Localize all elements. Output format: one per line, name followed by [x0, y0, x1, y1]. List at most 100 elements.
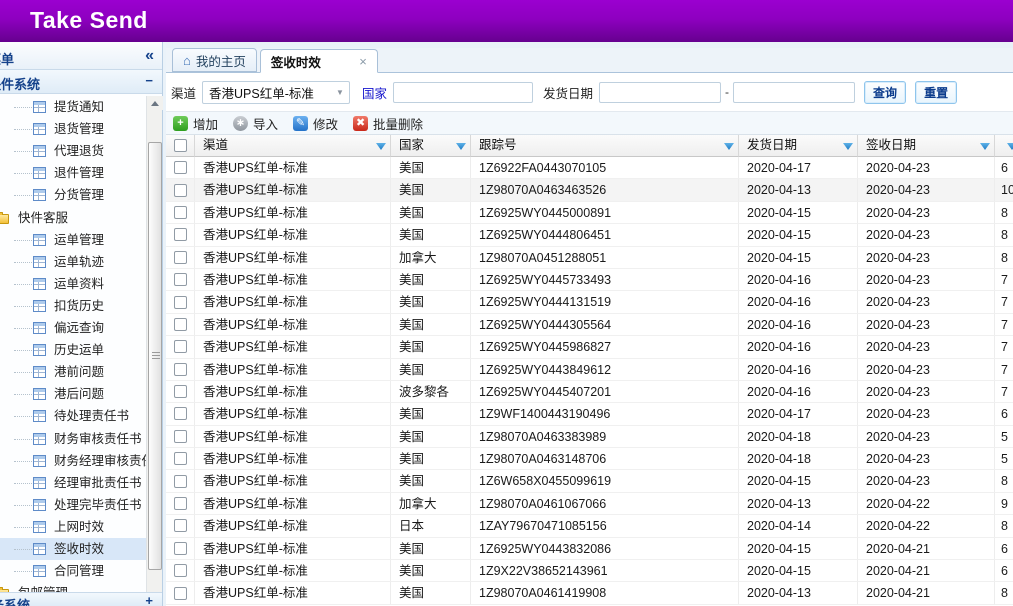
- table-row[interactable]: 香港UPS红单-标准加拿大1Z98070A04512880512020-04-1…: [166, 247, 1013, 269]
- row-checkbox[interactable]: [174, 251, 187, 264]
- accordion-section-finance-system[interactable]: 财务系统 +: [0, 592, 162, 606]
- table-row[interactable]: 香港UPS红单-标准美国1Z9WF14004431904962020-04-17…: [166, 403, 1013, 425]
- filter-arrow-icon[interactable]: [376, 143, 386, 150]
- tab-my-homepage[interactable]: ⌂ 我的主页: [172, 48, 257, 72]
- collapse-sidebar-icon[interactable]: «: [145, 47, 154, 65]
- row-checkbox[interactable]: [174, 519, 187, 532]
- tree-category[interactable]: 包邮管理: [0, 582, 146, 592]
- reset-button[interactable]: 重置: [915, 81, 957, 104]
- row-checkbox[interactable]: [174, 228, 187, 241]
- tree-item[interactable]: 处理完毕责任书: [0, 494, 146, 516]
- filter-arrow-icon[interactable]: [843, 143, 853, 150]
- row-checkbox[interactable]: [174, 296, 187, 309]
- row-checkbox[interactable]: [174, 363, 187, 376]
- row-checkbox[interactable]: [174, 475, 187, 488]
- tree-item[interactable]: 提货通知: [0, 96, 146, 118]
- row-checkbox[interactable]: [174, 161, 187, 174]
- select-all-checkbox[interactable]: [174, 139, 187, 152]
- tree-item[interactable]: 签收时效: [0, 538, 146, 560]
- tree-item[interactable]: 经理审批责任书: [0, 472, 146, 494]
- tree-item[interactable]: 港后问题: [0, 383, 146, 405]
- edit-button[interactable]: ✎ 修改: [293, 114, 338, 133]
- row-checkbox[interactable]: [174, 497, 187, 510]
- table-row[interactable]: 香港UPS红单-标准美国1Z98070A04634635262020-04-13…: [166, 179, 1013, 201]
- table-row[interactable]: 香港UPS红单-标准美国1Z6925WY04438320862020-04-15…: [166, 538, 1013, 560]
- row-checkbox[interactable]: [174, 452, 187, 465]
- column-header[interactable]: 发货日期: [739, 135, 858, 157]
- row-checkbox[interactable]: [174, 318, 187, 331]
- filter-arrow-icon[interactable]: [724, 143, 734, 150]
- chevron-down-icon[interactable]: ▼: [331, 88, 349, 97]
- tree-item[interactable]: 待处理责任书: [0, 405, 146, 427]
- tree-item[interactable]: 运单轨迹: [0, 251, 146, 273]
- table-row[interactable]: 香港UPS红单-标准美国1Z6925WY04443055642020-04-16…: [166, 314, 1013, 336]
- table-row[interactable]: 香港UPS红单-标准美国1Z9X22V386521439612020-04-15…: [166, 560, 1013, 582]
- table-row[interactable]: 香港UPS红单-标准美国1Z6925WY04459868272020-04-16…: [166, 336, 1013, 358]
- filter-arrow-icon[interactable]: [1007, 143, 1013, 150]
- table-row[interactable]: 香港UPS红单-标准美国1Z6922FA04430701052020-04-17…: [166, 157, 1013, 179]
- expand-section-icon[interactable]: +: [145, 593, 153, 606]
- row-checkbox[interactable]: [174, 407, 187, 420]
- table-row[interactable]: 香港UPS红单-标准美国1Z98070A04614199082020-04-13…: [166, 582, 1013, 604]
- country-input[interactable]: [393, 82, 533, 103]
- tree-item[interactable]: 财务经理审核责任书: [0, 450, 146, 472]
- accordion-section-express-system[interactable]: 快件系统 −: [0, 70, 162, 94]
- row-checkbox[interactable]: [174, 340, 187, 353]
- table-row[interactable]: 香港UPS红单-标准美国1Z98070A04631487062020-04-18…: [166, 448, 1013, 470]
- table-row[interactable]: 香港UPS红单-标准美国1Z6925WY04448064512020-04-15…: [166, 224, 1013, 246]
- table-row[interactable]: 香港UPS红单-标准美国1Z6925WY04438496122020-04-16…: [166, 359, 1013, 381]
- tree-item[interactable]: 历史运单: [0, 339, 146, 361]
- tree-scrollbar[interactable]: [146, 96, 162, 606]
- row-checkbox[interactable]: [174, 587, 187, 600]
- column-header[interactable]: 跟踪号: [471, 135, 739, 157]
- row-checkbox[interactable]: [174, 273, 187, 286]
- ship-date-from-input[interactable]: [599, 82, 721, 103]
- collapse-section-icon[interactable]: −: [145, 73, 153, 88]
- tree-connector: [14, 549, 32, 550]
- column-header[interactable]: 签收日期: [858, 135, 995, 157]
- batch-delete-button[interactable]: ✖ 批量删除: [353, 114, 423, 133]
- table-row[interactable]: 香港UPS红单-标准波多黎各1Z6925WY04454072012020-04-…: [166, 381, 1013, 403]
- tree-item[interactable]: 运单管理: [0, 229, 146, 251]
- tree-item[interactable]: 财务审核责任书: [0, 428, 146, 450]
- row-checkbox[interactable]: [174, 564, 187, 577]
- tree-item[interactable]: 退货管理: [0, 118, 146, 140]
- scrollbar-thumb[interactable]: [148, 142, 162, 570]
- tree-item[interactable]: 合同管理: [0, 560, 146, 582]
- tree-item[interactable]: 扣货历史: [0, 295, 146, 317]
- table-row[interactable]: 香港UPS红单-标准日本1ZAY796704710851562020-04-14…: [166, 515, 1013, 537]
- close-tab-icon[interactable]: ×: [359, 54, 367, 69]
- tree-item[interactable]: 港前问题: [0, 361, 146, 383]
- tree-item[interactable]: 偏远查询: [0, 317, 146, 339]
- row-checkbox-cell: [166, 247, 195, 269]
- row-checkbox[interactable]: [174, 184, 187, 197]
- scroll-up-button[interactable]: [147, 96, 163, 110]
- table-row[interactable]: 香港UPS红单-标准美国1Z6925WY04450008912020-04-15…: [166, 202, 1013, 224]
- row-checkbox[interactable]: [174, 430, 187, 443]
- row-checkbox[interactable]: [174, 206, 187, 219]
- tree-item[interactable]: 代理退货: [0, 140, 146, 162]
- add-button[interactable]: + 增加: [173, 114, 218, 133]
- row-checkbox[interactable]: [174, 542, 187, 555]
- tree-item[interactable]: 上网时效: [0, 516, 146, 538]
- tree-item[interactable]: 分货管理: [0, 184, 146, 206]
- table-row[interactable]: 香港UPS红单-标准美国1Z6W658X04550996192020-04-15…: [166, 470, 1013, 492]
- tree-category[interactable]: 快件客服: [0, 207, 146, 229]
- tree-item[interactable]: 退件管理: [0, 162, 146, 184]
- tree-item[interactable]: 运单资料: [0, 273, 146, 295]
- table-row[interactable]: 香港UPS红单-标准美国1Z98070A04633839892020-04-18…: [166, 426, 1013, 448]
- tab-sign-timeliness[interactable]: 签收时效 ×: [260, 49, 378, 73]
- filter-arrow-icon[interactable]: [456, 143, 466, 150]
- column-header[interactable]: 渠道: [195, 135, 391, 157]
- filter-arrow-icon[interactable]: [980, 143, 990, 150]
- channel-select[interactable]: 香港UPS红单-标准 ▼: [202, 81, 350, 104]
- table-row[interactable]: 香港UPS红单-标准加拿大1Z98070A04610670662020-04-1…: [166, 493, 1013, 515]
- column-header[interactable]: [995, 135, 1013, 157]
- table-row[interactable]: 香港UPS红单-标准美国1Z6925WY04441315192020-04-16…: [166, 291, 1013, 313]
- column-header[interactable]: 国家: [391, 135, 471, 157]
- search-button[interactable]: 查询: [864, 81, 906, 104]
- import-button[interactable]: ∗ 导入: [233, 114, 278, 133]
- table-row[interactable]: 香港UPS红单-标准美国1Z6925WY04457334932020-04-16…: [166, 269, 1013, 291]
- row-checkbox[interactable]: [174, 385, 187, 398]
- ship-date-to-input[interactable]: [733, 82, 855, 103]
